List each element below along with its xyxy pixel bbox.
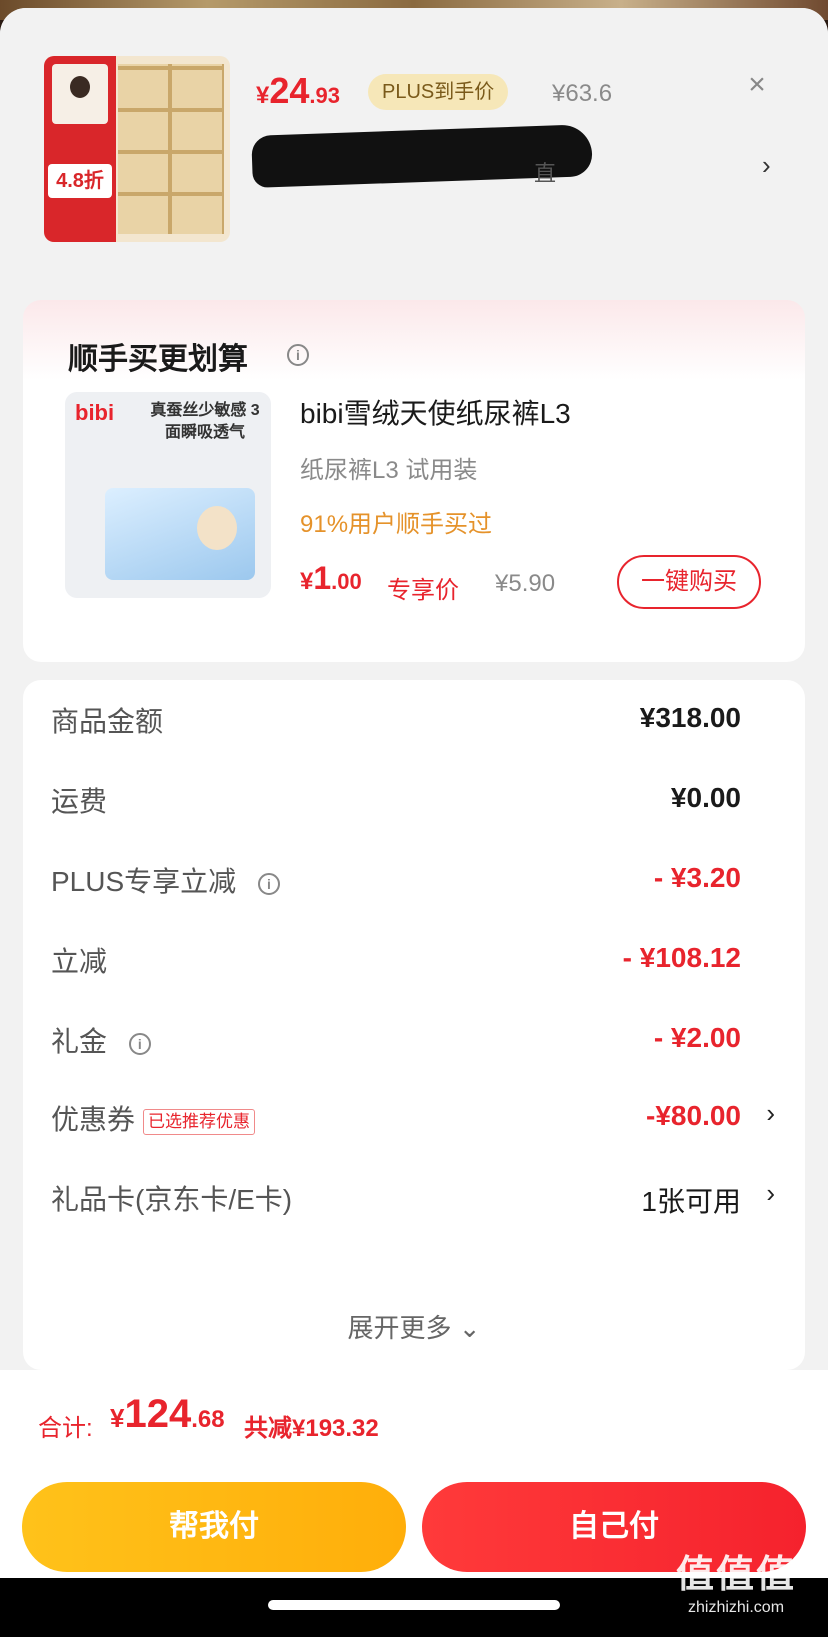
coupon-value[interactable]: -¥80.00: [646, 1100, 741, 1132]
upsell-product-spec: 纸尿裤L3 试用装: [300, 457, 478, 484]
price-currency: ¥: [256, 82, 270, 109]
chevron-right-icon[interactable]: ›: [766, 1178, 775, 1209]
total-decimal: .68: [191, 1406, 225, 1433]
product-title-tail: 直: [534, 161, 557, 186]
gift-money-value: - ¥2.00: [653, 1022, 741, 1053]
coupon-text: 优惠券: [51, 1104, 136, 1135]
gift-card-label[interactable]: 礼品卡(京东卡/E卡): [51, 1178, 292, 1218]
expand-more-link[interactable]: 展开更多 ⌄: [23, 1308, 805, 1345]
upsell-product-image[interactable]: bibi 真蚕丝少敏感 3面瞬吸透气: [65, 392, 271, 598]
thumbnail-tissue-boxes: [118, 64, 224, 234]
home-indicator[interactable]: [268, 1600, 560, 1610]
subtotal-label: 商品金额: [51, 706, 164, 737]
total-integer: 124: [124, 1392, 192, 1436]
exclusive-price-tag: 专享价: [387, 577, 459, 604]
watermark: 值值值 zhizhizhi.com: [676, 1552, 796, 1618]
upsell-price-decimal: .00: [331, 569, 362, 594]
thumbnail-person: [52, 64, 108, 124]
upsell-product-name[interactable]: bibi雪绒天使纸尿裤L3: [300, 392, 571, 432]
help-pay-button[interactable]: 帮我付: [22, 1482, 406, 1572]
shipping-label: 运费: [51, 786, 108, 817]
plus-price-tag: PLUS到手价: [368, 74, 509, 110]
gift-card-value[interactable]: 1张可用: [641, 1180, 741, 1220]
plus-discount-label: PLUS专享立减 i: [51, 860, 280, 900]
chevron-right-icon[interactable]: ›: [762, 150, 771, 181]
price-decimal: .93: [309, 83, 340, 108]
thumbnail-discount-badge: 4.8折: [48, 164, 112, 198]
coupon-selected-badge: 已选推荐优惠: [143, 1108, 256, 1135]
gift-money-text: 礼金: [51, 1026, 108, 1057]
product-price: ¥24.93: [256, 70, 340, 112]
watermark-logo: 值值值: [676, 1554, 797, 1596]
upsell-price-integer: 1: [313, 560, 332, 596]
total-price: ¥124.68: [110, 1392, 225, 1437]
upsell-original-price: ¥5.90: [495, 570, 556, 597]
gift-money-label: 礼金 i: [51, 1020, 151, 1060]
watermark-url: zhizhizhi.com: [687, 1599, 785, 1616]
upsell-card: 顺手买更划算 i bibi 真蚕丝少敏感 3面瞬吸透气 bibi雪绒天使纸尿裤L…: [23, 300, 805, 662]
coupon-label[interactable]: 优惠券 已选推荐优惠: [51, 1098, 256, 1138]
plus-discount-text: PLUS专享立减: [51, 866, 237, 897]
close-icon[interactable]: ×: [742, 70, 772, 100]
one-click-buy-button[interactable]: 一键购买: [617, 555, 761, 609]
subtotal-value: ¥318.00: [639, 702, 741, 733]
shipping-value: ¥0.00: [670, 782, 741, 813]
plus-discount-value: - ¥3.20: [653, 862, 741, 893]
upsell-price-currency: ¥: [300, 568, 314, 595]
total-currency: ¥: [110, 1403, 125, 1433]
product-thumbnail[interactable]: 4.8折: [44, 56, 230, 242]
info-icon[interactable]: i: [287, 344, 309, 366]
upsell-image-caption: 真蚕丝少敏感 3面瞬吸透气: [150, 402, 260, 441]
total-bar: 合计: ¥124.68 共减¥193.32: [0, 1370, 828, 1466]
instant-discount-label: 立减: [51, 946, 108, 977]
info-icon[interactable]: i: [257, 872, 280, 895]
order-summary-card: 商品金额 ¥318.00 运费 ¥0.00 PLUS专享立减 i - ¥3.20…: [23, 680, 805, 1370]
chevron-right-icon[interactable]: ›: [766, 1098, 775, 1129]
product-header: 4.8折 ¥24.93 PLUS到手价 ¥63.6 × 直 ›: [0, 8, 828, 273]
upsell-price: ¥1.00: [300, 560, 362, 597]
instant-discount-value: - ¥108.12: [622, 942, 741, 973]
bibi-logo: bibi: [75, 400, 115, 425]
total-label: 合计:: [38, 1415, 93, 1442]
upsell-purchase-stat: 91%用户顺手买过: [300, 511, 493, 538]
info-icon[interactable]: i: [128, 1032, 151, 1055]
upsell-title: 顺手买更划算: [68, 343, 248, 376]
product-original-price: ¥63.6: [552, 80, 613, 107]
diaper-pack-image: [105, 488, 255, 580]
total-saved: 共减¥193.32: [244, 1415, 379, 1442]
checkout-sheet: 4.8折 ¥24.93 PLUS到手价 ¥63.6 × 直 › 顺手买更划算 i…: [0, 8, 828, 1578]
price-integer: 24: [269, 70, 310, 111]
